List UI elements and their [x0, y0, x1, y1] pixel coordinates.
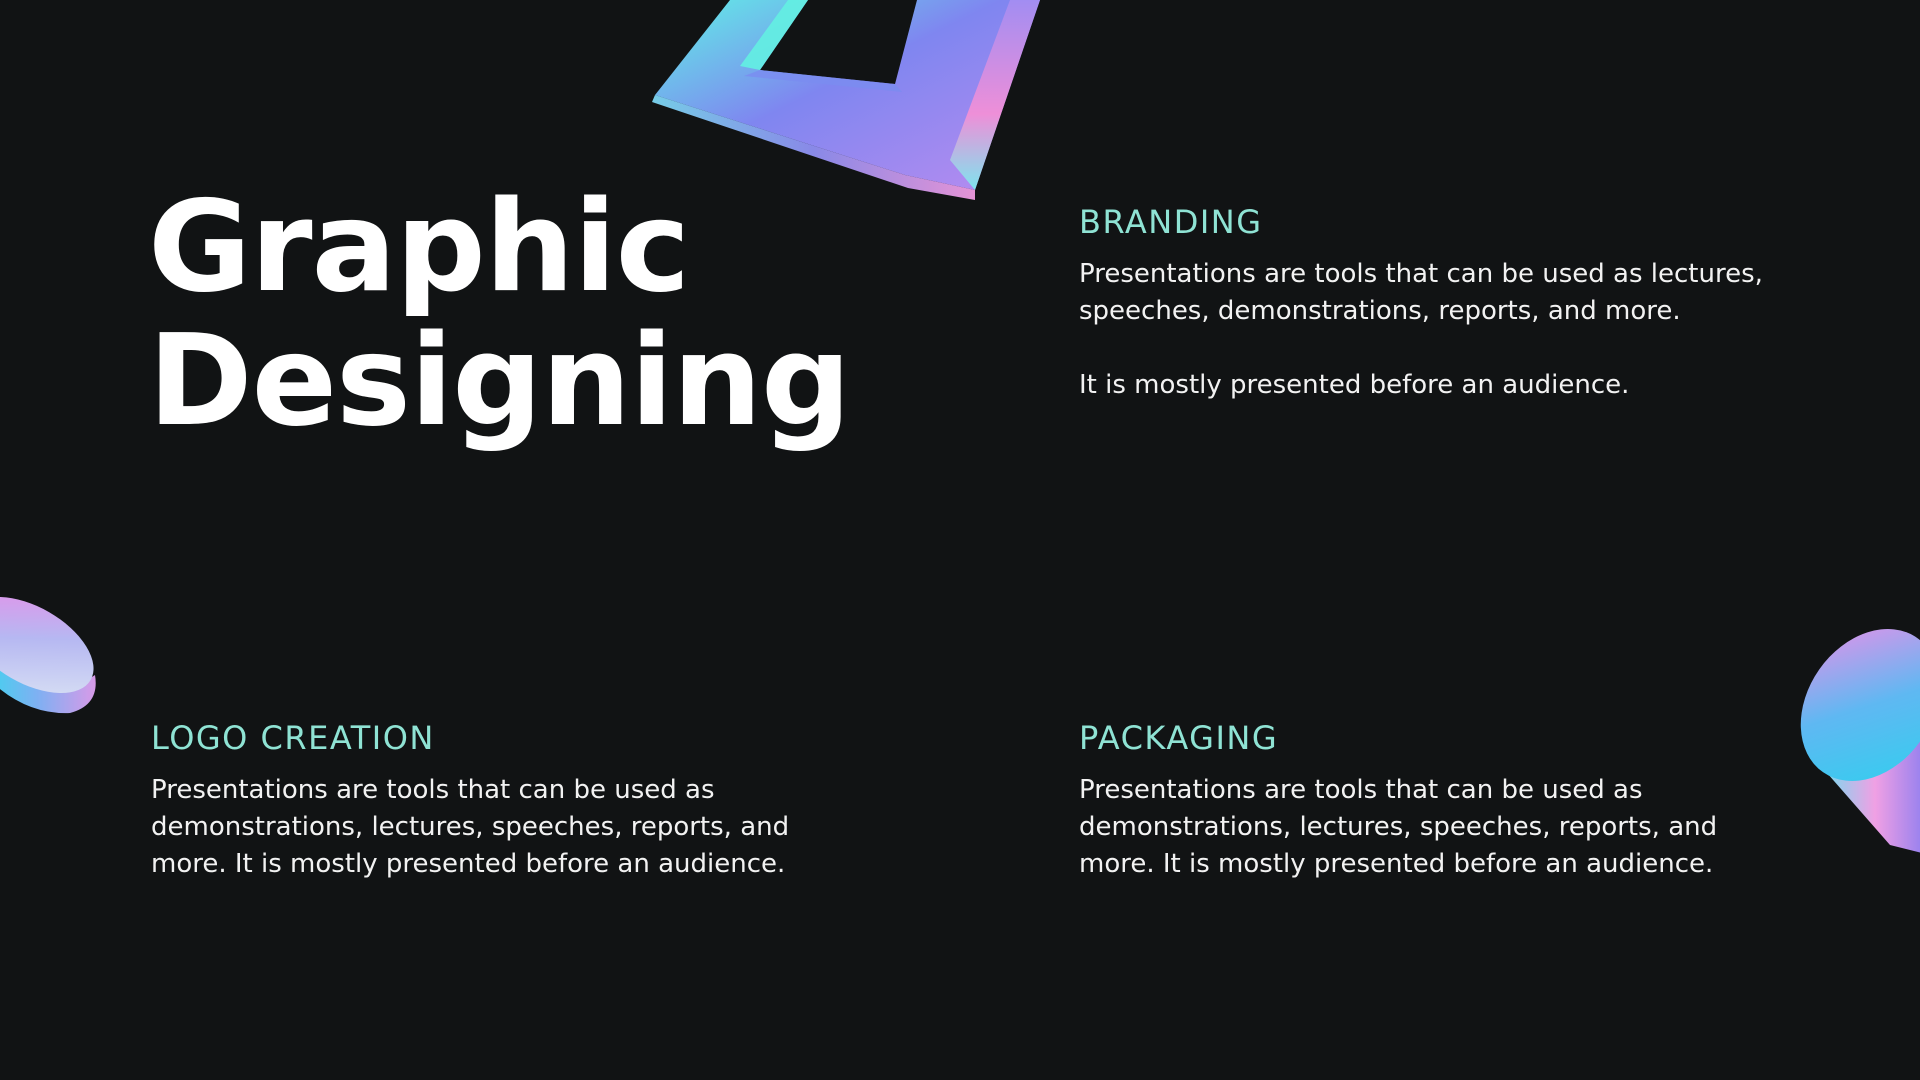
- packaging-paragraph: Presentations are tools that can be used…: [1079, 775, 1718, 879]
- title-line-2: Designing: [148, 307, 851, 454]
- holographic-cylinder-right-shape: [1800, 628, 1920, 853]
- holographic-disc-left-shape: [0, 596, 96, 714]
- branding-paragraph-2: It is mostly presented before an audienc…: [1079, 370, 1630, 400]
- title-line-1: Graphic: [148, 173, 690, 320]
- branding-section: BRANDING Presentations are tools that ca…: [1079, 202, 1819, 404]
- packaging-heading: PACKAGING: [1079, 719, 1279, 757]
- logo-creation-heading: LOGO CREATION: [151, 719, 435, 757]
- packaging-section: PACKAGING Presentations are tools that c…: [1079, 718, 1779, 883]
- page-title: Graphic Designing: [148, 173, 851, 454]
- branding-paragraph-1: Presentations are tools that can be used…: [1079, 259, 1763, 326]
- logo-creation-paragraph: Presentations are tools that can be used…: [151, 775, 790, 879]
- slide: Graphic Designing BRANDING Presentations…: [0, 0, 1920, 1080]
- branding-heading: BRANDING: [1079, 203, 1263, 241]
- logo-creation-section: LOGO CREATION Presentations are tools th…: [151, 718, 851, 883]
- holographic-frame-shape: [652, 0, 1040, 200]
